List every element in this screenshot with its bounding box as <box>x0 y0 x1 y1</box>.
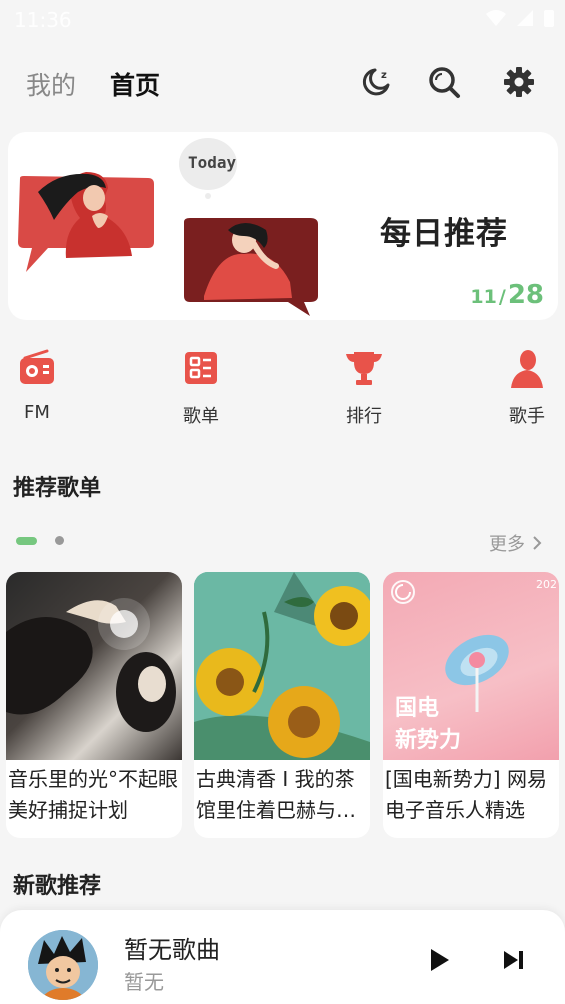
playlist-card[interactable]: 202 国电 新势力 [国电新势力] 网易电子音乐人精选 <box>383 572 559 838</box>
tab-home[interactable]: 首页 <box>110 66 160 102</box>
playlist-title: 古典清香 I 我的茶馆里住着巴赫与… <box>196 767 356 822</box>
playlist-cards: 音乐里的光°不起眼美好捕捉计划 古典清香 I 我的茶馆里住着巴赫与… 202 国… <box>6 572 565 840</box>
mini-player[interactable]: 暂无歌曲 暂无 <box>0 910 565 1004</box>
banner-date: 11/28 <box>470 280 544 310</box>
cover-text-line1: 国电 <box>395 696 440 721</box>
signal-icon <box>517 10 533 26</box>
singer-icon <box>507 348 547 388</box>
date-total: 28 <box>507 280 544 310</box>
date-day: 11 <box>470 286 497 308</box>
moon-icon: z <box>362 68 390 96</box>
search-icon <box>429 67 460 98</box>
battery-icon <box>544 10 554 27</box>
status-time: 11:36 <box>14 8 72 32</box>
current-song-title: 暂无歌曲 <box>124 936 220 964</box>
tab-mine[interactable]: 我的 <box>26 66 76 102</box>
playlist-cover <box>6 572 182 760</box>
trophy-icon <box>344 348 384 388</box>
quick-link-fm[interactable]: FM <box>2 342 72 423</box>
cover-text-line2: 新势力 <box>395 728 462 753</box>
more-label: 更多 <box>489 534 525 555</box>
search-button[interactable] <box>426 64 462 100</box>
banner-illustration <box>18 138 318 316</box>
wifi-icon <box>486 10 506 26</box>
play-button[interactable] <box>424 944 456 976</box>
daily-recommend-title: 每日推荐 <box>380 216 508 252</box>
playlist-title: [国电新势力] 网易电子音乐人精选 <box>385 767 547 822</box>
playlist-cover: 202 国电 新势力 <box>383 572 559 760</box>
playlist-title: 音乐里的光°不起眼美好捕捉计划 <box>8 767 178 822</box>
status-bar: 11:36 <box>0 0 565 38</box>
indicator-dot <box>55 536 64 545</box>
top-bar: 我的 首页 z <box>0 56 565 112</box>
next-button[interactable] <box>498 944 530 976</box>
night-mode-button[interactable]: z <box>358 64 394 100</box>
play-icon <box>431 949 449 971</box>
quick-link-label: 排行 <box>346 406 382 427</box>
daily-recommend-card[interactable]: Today 每日推荐 11/28 <box>8 132 558 320</box>
radio-icon <box>17 348 57 388</box>
quick-link-label: FM <box>24 402 50 423</box>
more-link[interactable]: 更多 <box>489 530 543 556</box>
section-title-playlists: 推荐歌单 <box>13 476 102 501</box>
chevron-right-icon <box>533 536 542 550</box>
quick-link-label: 歌单 <box>183 406 219 427</box>
current-artist: 暂无 <box>124 970 164 994</box>
today-badge: Today <box>188 153 237 172</box>
svg-text:z: z <box>381 70 387 81</box>
quick-link-singer[interactable]: 歌手 <box>492 342 562 428</box>
settings-button[interactable] <box>501 64 537 100</box>
gear-icon <box>504 67 534 97</box>
playlist-card[interactable]: 音乐里的光°不起眼美好捕捉计划 <box>6 572 182 838</box>
quick-link-ranking[interactable]: 排行 <box>329 342 399 428</box>
section-title-new-songs: 新歌推荐 <box>13 874 102 899</box>
skip-next-icon <box>504 951 523 969</box>
cover-year: 202 <box>536 578 557 591</box>
quick-link-playlist[interactable]: 歌单 <box>166 342 236 428</box>
playlist-icon <box>181 348 221 388</box>
indicator-dot-active <box>16 536 37 545</box>
album-cover <box>28 930 98 1000</box>
quick-link-label: 歌手 <box>509 406 545 427</box>
status-icons <box>485 8 555 28</box>
playlist-card[interactable]: 古典清香 I 我的茶馆里住着巴赫与… <box>194 572 370 838</box>
carousel-indicator <box>16 536 64 545</box>
playlist-cover <box>194 572 370 760</box>
quick-links: FM 歌单 排行 歌手 <box>0 342 565 442</box>
